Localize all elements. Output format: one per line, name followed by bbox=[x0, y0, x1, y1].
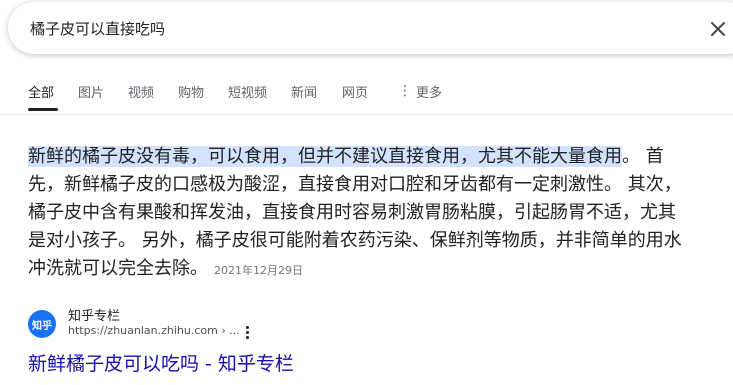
featured-snippet: 新鲜的橘子皮没有毒，可以食用，但并不建议直接食用，尤其不能大量食用。 首先，新鲜… bbox=[28, 143, 688, 285]
tab-short-videos[interactable]: 短视频 bbox=[228, 82, 267, 101]
search-tabs: 全部 图片 视频 购物 短视频 新闻 网页 ⋮ 更多 bbox=[0, 78, 733, 114]
search-box[interactable]: 橘子皮可以直接吃吗 bbox=[8, 2, 733, 54]
snippet-highlight: 新鲜的橘子皮没有毒，可以食用，但并不建议直接食用，尤其不能大量食用 bbox=[28, 146, 622, 167]
tab-more[interactable]: ⋮ 更多 bbox=[398, 82, 442, 101]
tab-web[interactable]: 网页 bbox=[342, 82, 368, 101]
tab-shopping[interactable]: 购物 bbox=[178, 82, 204, 101]
result-source[interactable]: 知乎 知乎专栏 https://zhuanlan.zhihu.com › ... bbox=[28, 305, 428, 345]
close-icon bbox=[711, 22, 725, 36]
clear-search-button[interactable] bbox=[706, 17, 730, 41]
tab-images[interactable]: 图片 bbox=[78, 82, 104, 101]
tabs-divider bbox=[0, 114, 733, 115]
source-name: 知乎专栏 bbox=[68, 309, 121, 324]
tab-videos[interactable]: 视频 bbox=[128, 82, 154, 101]
search-input[interactable]: 橘子皮可以直接吃吗 bbox=[30, 18, 165, 39]
tab-all[interactable]: 全部 bbox=[28, 82, 54, 101]
more-vert-icon: ⋮ bbox=[398, 83, 412, 99]
active-tab-indicator bbox=[28, 108, 58, 111]
source-url: https://zhuanlan.zhihu.com › ... bbox=[68, 324, 240, 337]
result-title-link[interactable]: 新鲜橘子皮可以吃吗 - 知乎专栏 bbox=[28, 349, 294, 376]
snippet-date: 2021年12月29日 bbox=[214, 264, 303, 277]
more-options-icon[interactable] bbox=[240, 323, 254, 341]
tab-more-label: 更多 bbox=[416, 86, 443, 101]
tab-news[interactable]: 新闻 bbox=[291, 82, 317, 101]
zhihu-favicon: 知乎 bbox=[28, 310, 56, 338]
